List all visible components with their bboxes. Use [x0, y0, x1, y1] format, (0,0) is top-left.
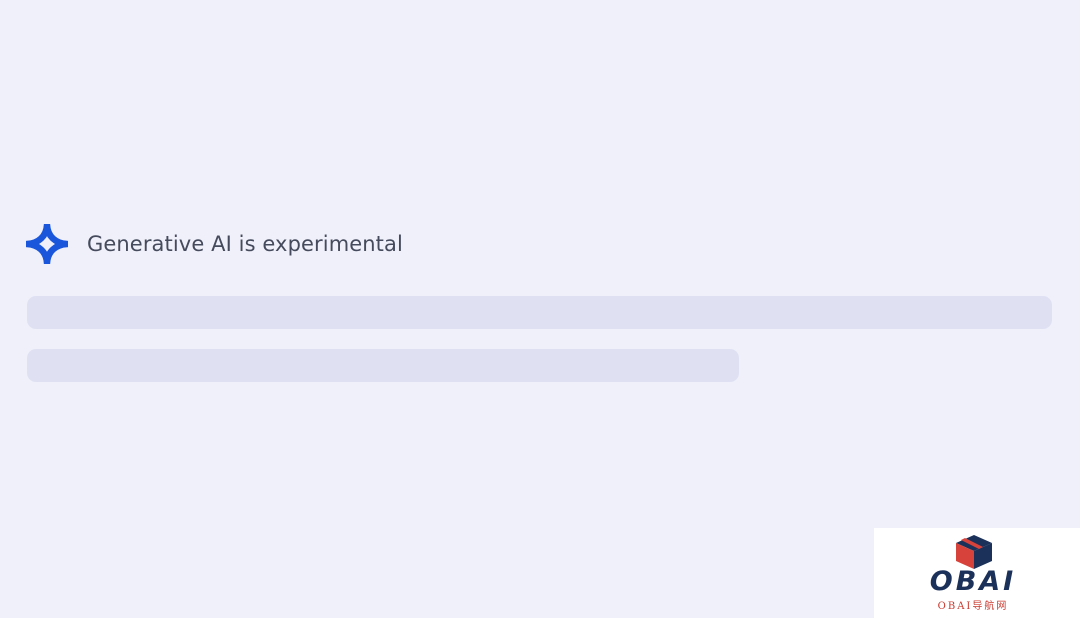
- ai-overview-panel: Generative AI is experimental OBAI OBAI导…: [0, 0, 1080, 618]
- watermark-caption: OBAI导航网: [937, 601, 1009, 612]
- sparkle-icon: [26, 224, 68, 264]
- watermark-logo: OBAI OBAI导航网: [874, 528, 1080, 618]
- loading-placeholder-line: [27, 349, 739, 382]
- loading-placeholder-line: [27, 296, 1052, 329]
- ai-overview-header: Generative AI is experimental: [26, 224, 403, 264]
- watermark-wordmark: OBAI: [929, 566, 1017, 597]
- header-title: Generative AI is experimental: [87, 232, 403, 256]
